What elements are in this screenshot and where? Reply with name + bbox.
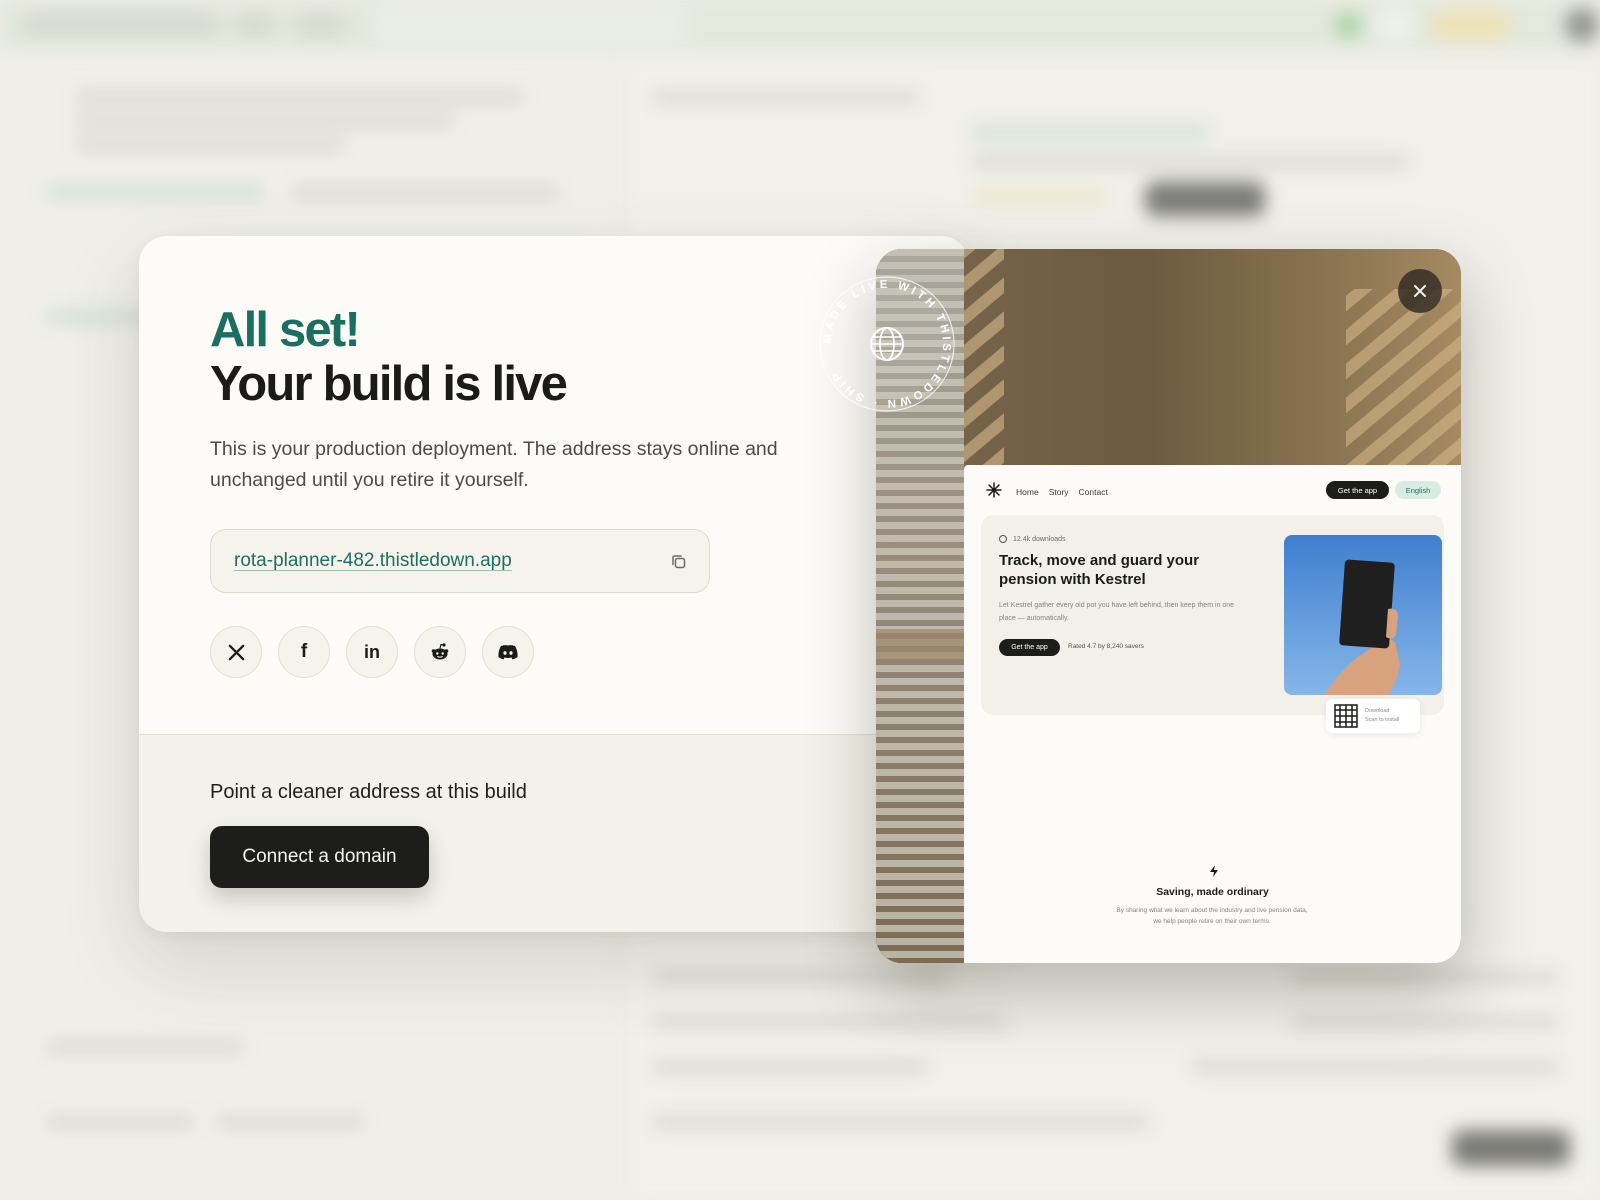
hero-get-app-button[interactable]: Get the app <box>999 639 1060 656</box>
hero-subtitle: Let Kestrel gather every old pot you hav… <box>999 602 1235 622</box>
share-x-button[interactable] <box>210 626 262 678</box>
site-language-button[interactable]: English <box>1395 481 1441 499</box>
hero-rating: Rated 4.7 by 8,240 savers <box>1068 643 1144 650</box>
facebook-icon: f <box>300 641 308 662</box>
downloads-badge: 12.4k downloads <box>999 535 1066 543</box>
qr-label: Download <box>1365 708 1390 714</box>
section-title: Saving, made ordinary <box>1156 886 1269 898</box>
deployment-url-field[interactable]: rota-planner-482.thistledown.app <box>210 529 710 593</box>
share-discord-button[interactable] <box>482 626 534 678</box>
site-hero: 12.4k downloads Track, move and guard yo… <box>981 515 1444 715</box>
hero-title: Track, move and guard your pension with … <box>999 552 1200 588</box>
site-nav-story[interactable]: Story <box>1049 487 1069 497</box>
x-logo-icon <box>228 644 244 660</box>
bolt-icon <box>1210 865 1218 877</box>
share-buttons: f in <box>210 626 534 678</box>
hero-phone-image <box>1284 535 1442 695</box>
share-facebook-button[interactable]: f <box>278 626 330 678</box>
linkedin-icon: in <box>364 641 380 662</box>
site-nav-links: Home Story Contact <box>1016 487 1108 497</box>
site-get-app-label: Get the app <box>1337 485 1378 495</box>
description: This is your production deployment. The … <box>210 438 778 491</box>
site-preview: Home Story Contact Get the app English 1… <box>964 465 1461 963</box>
page-title: Your build is live <box>210 357 568 411</box>
made-live-seal: MADE LIVE WITH THISTLEDOWN · SHIP <box>819 276 955 412</box>
close-preview-button[interactable] <box>1398 269 1442 313</box>
section-body: By sharing what we learn about the indus… <box>1116 907 1308 925</box>
asterisk-icon <box>986 482 1002 498</box>
site-get-app-button[interactable]: Get the app <box>1326 481 1389 499</box>
title-accent: All set! <box>210 303 361 357</box>
qr-code-icon <box>1334 704 1358 728</box>
share-linkedin-button[interactable]: in <box>346 626 398 678</box>
site-preview-panel: Home Story Contact Get the app English 1… <box>876 249 1461 963</box>
reddit-icon <box>431 643 449 660</box>
share-reddit-button[interactable] <box>414 626 466 678</box>
connect-domain-button[interactable]: Connect a domain <box>210 826 429 888</box>
close-icon <box>1414 285 1426 297</box>
site-nav: Home Story Contact Get the app English <box>964 465 1461 515</box>
downloads-count: 12.4k downloads <box>1013 535 1066 543</box>
discord-icon <box>498 645 518 660</box>
site-nav-home[interactable]: Home <box>1016 487 1039 497</box>
connect-domain-label: Connect a domain <box>242 846 397 867</box>
qr-download-card[interactable]: Download Scan to install <box>1326 699 1420 733</box>
site-nav-contact[interactable]: Contact <box>1079 487 1108 497</box>
hero-get-app-label: Get the app <box>1011 644 1048 651</box>
site-language-label: English <box>1405 485 1431 495</box>
deployment-url-link[interactable]: rota-planner-482.thistledown.app <box>234 550 512 572</box>
qr-sublabel: Scan to install <box>1365 717 1400 723</box>
background-topbar <box>0 0 1600 50</box>
downloads-dot-icon <box>999 535 1007 543</box>
domain-prompt: Point a cleaner address at this build <box>210 781 527 803</box>
custom-domain-section: Point a cleaner address at this build Co… <box>139 734 969 932</box>
copy-icon[interactable] <box>669 552 689 572</box>
